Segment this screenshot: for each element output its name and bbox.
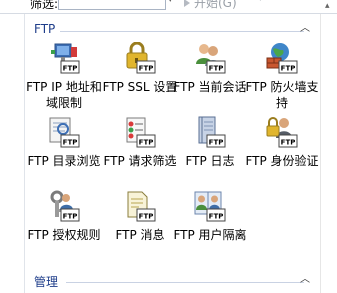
- feature-label: FTP 消息: [115, 228, 165, 242]
- log-book-icon: FTP: [198, 116, 226, 148]
- feature-tile-ftp-logging[interactable]: FTP FTP 日志: [172, 116, 248, 169]
- feature-tile-ftp-sessions[interactable]: FTP FTP 当前会话: [172, 42, 248, 95]
- feature-label: FTP 授权规则: [27, 228, 101, 242]
- svg-text:FTP: FTP: [63, 139, 78, 147]
- user-key-icon: FTP: [266, 117, 298, 148]
- feature-tile-ftp-firewall[interactable]: FTP FTP 防火墙支持: [244, 42, 320, 111]
- directory-browse-icon: FTP: [49, 117, 80, 148]
- group-header-management[interactable]: 管理 ︿: [34, 273, 320, 291]
- svg-text:FTP: FTP: [209, 213, 224, 221]
- feature-tile-ftp-authentication[interactable]: FTP FTP 身份验证: [244, 116, 320, 169]
- group-title-ftp: FTP: [34, 22, 56, 36]
- filter-label: 筛选:: [30, 0, 59, 11]
- feature-label: FTP 日志: [185, 154, 235, 168]
- start-filter-label: 开始(G): [194, 0, 237, 10]
- filter-toolbar: 筛选: ▾ 开始(G) ▾: [0, 0, 337, 14]
- group-divider: [66, 282, 304, 283]
- user-isolation-icon: FTP: [194, 191, 226, 222]
- feature-tile-ftp-ssl[interactable]: FTP FTP SSL 设置: [102, 42, 178, 95]
- feature-tile-ftp-ip-restrictions[interactable]: FTP FTP IP 地址和域限制: [26, 42, 102, 111]
- message-document-icon: FTP: [127, 191, 156, 222]
- feature-label: FTP 目录浏览: [27, 154, 101, 168]
- feature-tile-ftp-user-isolation[interactable]: FTP FTP 用户隔离: [172, 190, 248, 243]
- collapse-chevron-icon[interactable]: ︿: [300, 273, 310, 287]
- collapse-chevron-icon[interactable]: ︿: [300, 22, 310, 36]
- feature-tile-ftp-request-filtering[interactable]: FTP FTP 请求筛选: [102, 116, 178, 169]
- svg-text:FTP: FTP: [281, 65, 296, 73]
- group-divider: [60, 31, 304, 32]
- group-header-ftp[interactable]: FTP ︿: [34, 22, 320, 40]
- feature-label: FTP 当前会话: [173, 80, 247, 94]
- panel-divider: [24, 14, 25, 293]
- feature-label: FTP 防火墙支持: [245, 80, 319, 110]
- users-session-icon: FTP: [196, 44, 226, 74]
- svg-text:FTP: FTP: [63, 65, 78, 73]
- start-dropdown-icon[interactable]: ▾: [258, 0, 263, 4]
- svg-text:FTP: FTP: [139, 139, 154, 147]
- feature-label: FTP 请求筛选: [103, 154, 177, 168]
- feature-tile-ftp-messages[interactable]: FTP FTP 消息: [102, 190, 178, 243]
- filter-dropdown-icon[interactable]: ▾: [168, 0, 178, 6]
- svg-text:FTP: FTP: [281, 139, 296, 147]
- authorization-key-icon: FTP: [50, 190, 80, 222]
- feature-label: FTP 身份验证: [245, 154, 319, 168]
- svg-text:FTP: FTP: [209, 139, 224, 147]
- svg-text:FTP: FTP: [139, 65, 154, 73]
- padlock-icon: FTP: [126, 42, 156, 74]
- filter-input[interactable]: [58, 0, 166, 10]
- start-filter-button[interactable]: 开始(G): [182, 0, 237, 10]
- feature-label: FTP SSL 设置: [102, 80, 178, 94]
- scroll-up-arrow-icon[interactable]: ▴: [325, 1, 330, 11]
- svg-text:FTP: FTP: [63, 213, 78, 221]
- firewall-globe-icon: FTP: [266, 43, 298, 74]
- feature-tile-ftp-directory-browsing[interactable]: FTP FTP 目录浏览: [26, 116, 102, 169]
- svg-text:FTP: FTP: [139, 213, 154, 221]
- group-title-management: 管理: [34, 275, 59, 289]
- feature-label: FTP IP 地址和域限制: [26, 80, 102, 110]
- svg-text:FTP: FTP: [209, 65, 224, 73]
- request-filter-icon: FTP: [126, 117, 156, 148]
- network-monitor-icon: FTP: [51, 43, 80, 74]
- vertical-scrollbar[interactable]: [320, 14, 337, 293]
- features-view-panel: FTP ︿ FTP FTP IP 地址和域限制 FTP FTP SSL 设置 F…: [24, 14, 320, 293]
- start-arrow-icon: [184, 0, 190, 7]
- feature-tile-ftp-authorization-rules[interactable]: FTP FTP 授权规则: [26, 190, 102, 243]
- feature-label: FTP 用户隔离: [173, 228, 247, 242]
